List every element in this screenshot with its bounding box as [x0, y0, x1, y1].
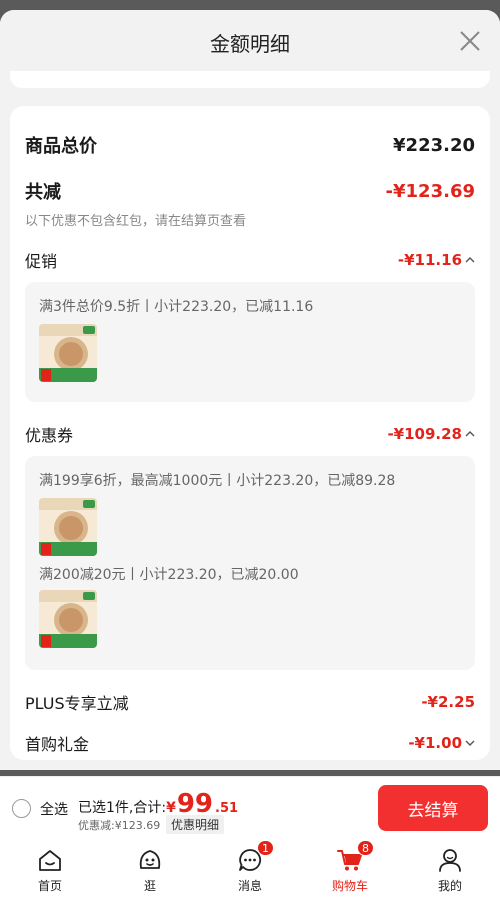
message-icon: 1	[236, 840, 274, 874]
bottom-tab-bar: 首页 逛 1 消息 8 购物车 我的	[0, 838, 500, 899]
tab-browse-label: 逛	[143, 879, 156, 893]
tab-cart[interactable]: 8 购物车	[320, 840, 380, 894]
first-purchase-value: -¥1.00	[408, 734, 462, 752]
home-icon	[36, 846, 64, 874]
chevron-up-icon	[465, 255, 475, 265]
chevron-down-icon	[465, 738, 475, 748]
browse-icon	[136, 846, 164, 874]
close-icon	[460, 31, 480, 51]
product-image-icon	[39, 590, 97, 648]
amount-detail-sheet: 金额明细 商品总价 ¥223.20 共减 -¥123.69 以下优惠不包含红包，…	[0, 10, 500, 770]
discount-detail-button[interactable]: 优惠明细	[166, 815, 225, 834]
sheet-header: 金额明细	[0, 10, 500, 72]
total-decimal: .51	[215, 801, 239, 816]
product-image-icon	[39, 498, 97, 556]
tab-cart-label: 购物车	[331, 879, 368, 893]
plus-discount-label: PLUS专享立减	[25, 694, 129, 713]
tab-home-label: 首页	[37, 879, 62, 893]
goods-total-row: 商品总价 ¥223.20	[25, 132, 475, 158]
promotion-amount: -¥11.16	[398, 251, 475, 269]
promotion-line: 满3件总价9.5折丨小计223.20，已减11.16	[39, 299, 314, 315]
tab-browse[interactable]: 逛	[120, 846, 180, 894]
tab-messages[interactable]: 1 消息	[220, 840, 280, 894]
total-reduction-row: 共减 -¥123.69	[25, 178, 475, 204]
product-thumbnail[interactable]	[39, 324, 97, 382]
collapsed-section-strip	[10, 71, 490, 88]
plus-discount-value: -¥2.25	[421, 693, 475, 711]
selected-count-text: 已选1件,合计:	[78, 800, 167, 816]
coupon-amount: -¥109.28	[387, 425, 475, 443]
total-reduction-label: 共减	[25, 182, 61, 203]
checkout-button[interactable]: 去结算	[378, 785, 488, 831]
discount-summary: 优惠减:¥123.69	[78, 819, 161, 832]
select-all-checkbox[interactable]	[12, 799, 31, 818]
first-purchase-label: 首购礼金	[25, 735, 90, 754]
coupon-line-1: 满199享6折，最高减1000元丨小计223.20，已减89.28	[39, 473, 396, 489]
coupon-label: 优惠券	[25, 426, 74, 445]
goods-total-value: ¥223.20	[393, 134, 475, 156]
sheet-title: 金额明细	[210, 32, 290, 56]
product-image-icon	[39, 324, 97, 382]
promotion-label: 促销	[25, 252, 58, 271]
goods-total-label: 商品总价	[25, 136, 97, 157]
message-badge: 1	[257, 840, 274, 856]
amount-detail-card: 商品总价 ¥223.20 共减 -¥123.69 以下优惠不包含红包，请在结算页…	[10, 106, 490, 760]
coupon-value: -¥109.28	[387, 425, 462, 443]
coupon-row[interactable]: 优惠券 -¥109.28	[25, 422, 475, 446]
redpacket-note: 以下优惠不包含红包，请在结算页查看	[25, 214, 247, 229]
cart-icon: 8	[336, 840, 374, 874]
select-all-label[interactable]: 全选	[40, 799, 68, 819]
tab-home[interactable]: 首页	[20, 846, 80, 894]
cart-badge: 8	[357, 840, 374, 856]
close-button[interactable]	[458, 29, 482, 53]
total-reduction-value: -¥123.69	[385, 180, 475, 202]
promotion-row[interactable]: 促销 -¥11.16	[25, 248, 475, 272]
first-purchase-amount: -¥1.00	[408, 734, 475, 752]
first-purchase-row[interactable]: 首购礼金 -¥1.00	[25, 731, 475, 755]
plus-discount-row: PLUS专享立减 -¥2.25	[25, 690, 475, 714]
promotion-value: -¥11.16	[397, 251, 462, 269]
coupon-line-2: 满200减20元丨小计223.20，已减20.00	[39, 567, 299, 583]
product-thumbnail[interactable]	[39, 590, 97, 648]
currency-symbol: ¥	[166, 800, 176, 816]
tab-messages-label: 消息	[237, 879, 262, 893]
tab-profile[interactable]: 我的	[420, 846, 480, 894]
product-thumbnail[interactable]	[39, 498, 97, 556]
tab-profile-label: 我的	[437, 879, 462, 893]
profile-icon	[436, 846, 464, 874]
chevron-up-icon	[465, 429, 475, 439]
coupon-detail-box: 满199享6折，最高减1000元丨小计223.20，已减89.28 满200减2…	[25, 456, 475, 670]
promotion-detail-box: 满3件总价9.5折丨小计223.20，已减11.16	[25, 282, 475, 402]
checkout-bar: 全选 已选1件,合计: ¥ 99 .51 优惠减:¥123.69 优惠明细 去结…	[0, 776, 500, 838]
